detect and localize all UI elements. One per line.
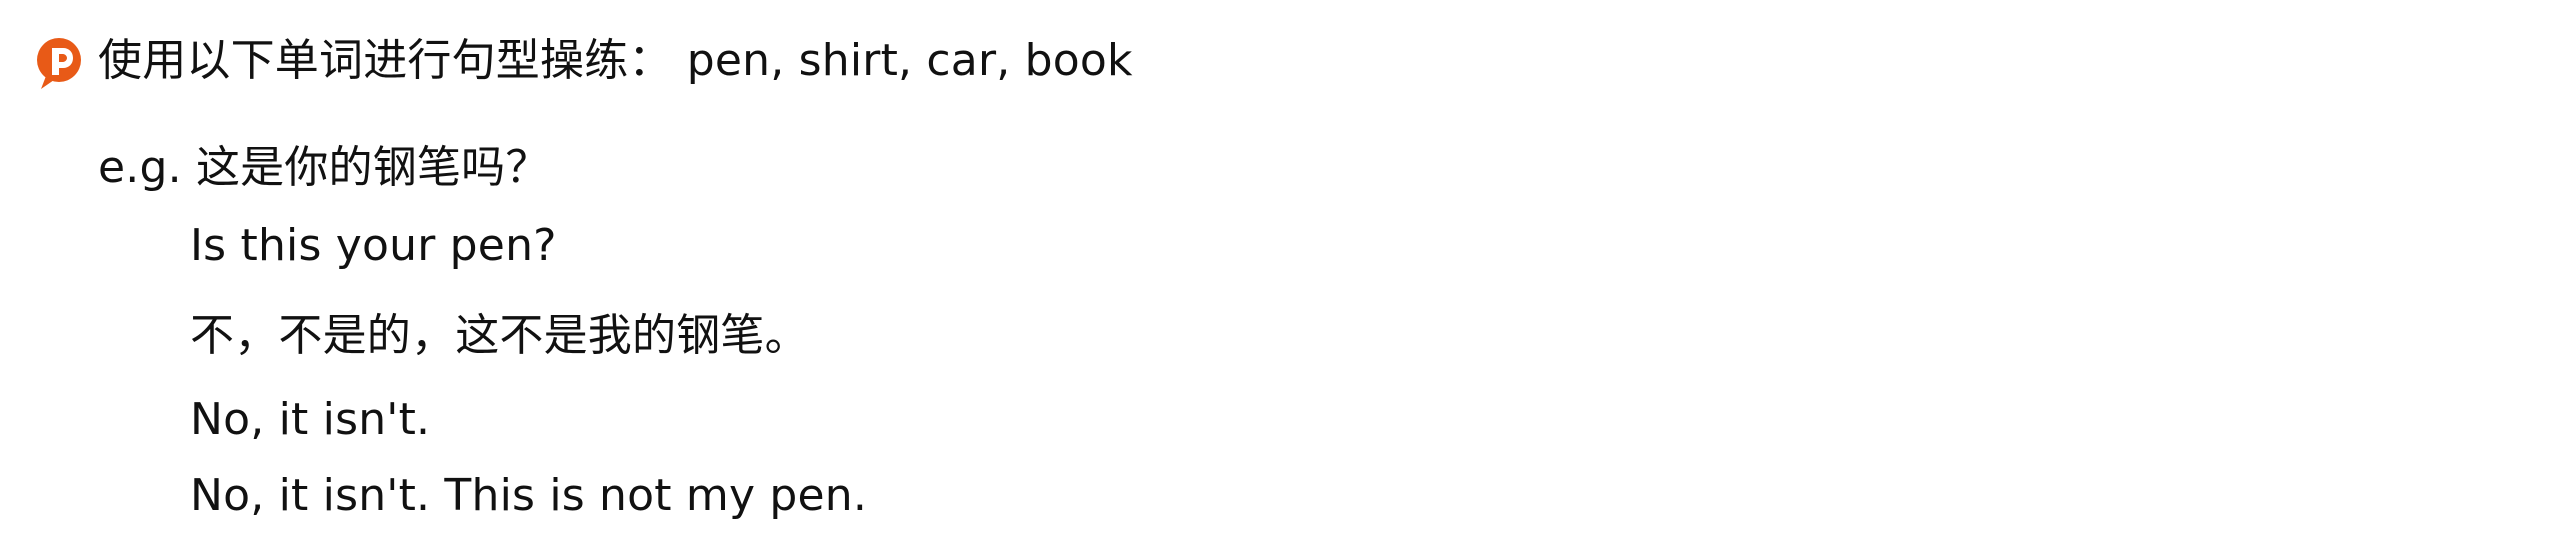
example-line-chinese-answer: 不，不是的，这不是我的钢笔。 [190, 310, 809, 361]
example-label: e.g. 这是你的钢笔吗？ [98, 142, 550, 193]
example-line-question: Is this your pen? [190, 220, 557, 271]
slide-page: 使用以下单词进行句型操练： pen, shirt, car, book e.g.… [0, 0, 2550, 538]
prompt-title: 使用以下单词进行句型操练： pen, shirt, car, book [98, 35, 1133, 86]
p-speech-bubble-icon [37, 38, 81, 89]
example-line-short-answer: No, it isn't. [190, 394, 431, 445]
example-line-full-answer: No, it isn't. This is not my pen. [190, 470, 868, 521]
